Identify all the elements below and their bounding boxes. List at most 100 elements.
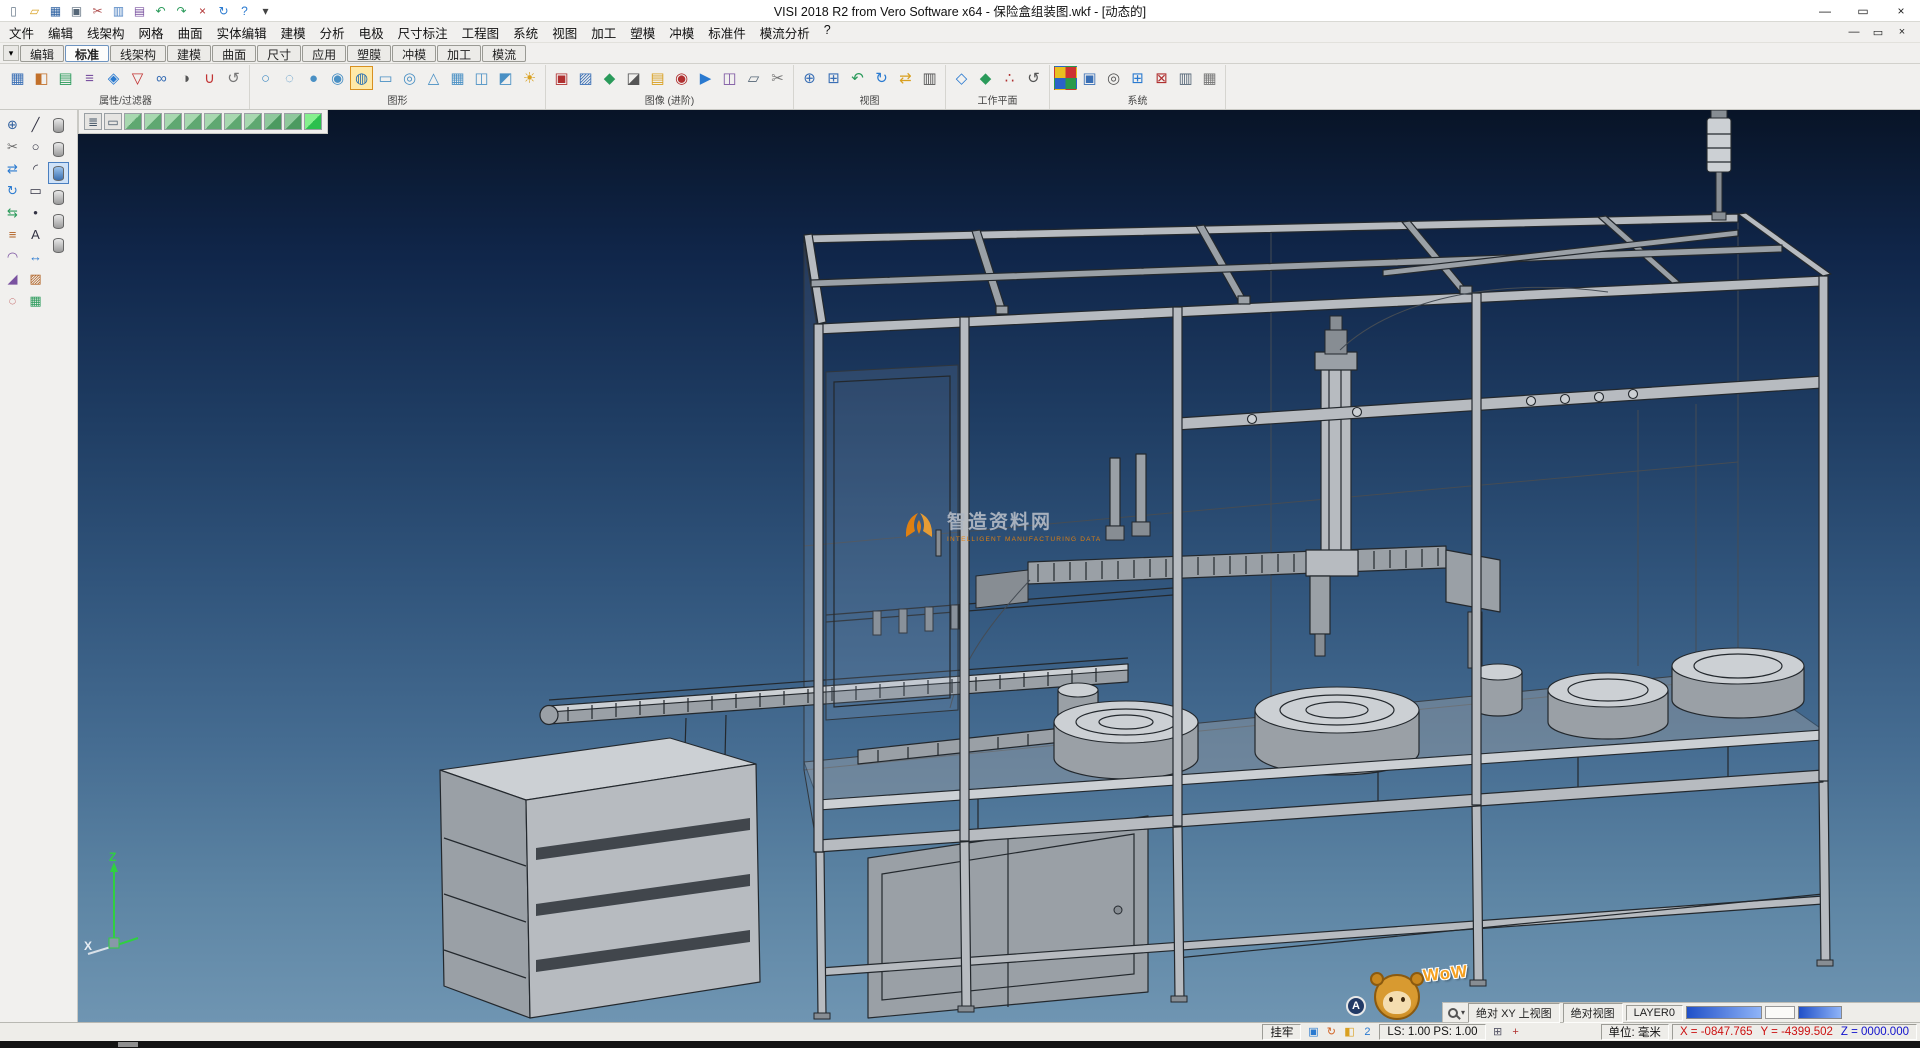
left-view-icon[interactable] <box>204 113 222 130</box>
rotate-icon[interactable]: ↻ <box>2 180 23 200</box>
rectangle-tool-icon[interactable]: ▭ <box>25 180 46 200</box>
bottom-view-icon[interactable] <box>244 113 262 130</box>
redo-icon[interactable]: ↷ <box>172 2 191 19</box>
shadow-icon[interactable]: ◪ <box>622 66 645 90</box>
erase-icon[interactable]: ◌ <box>2 290 23 310</box>
sphere-display-icon[interactable]: ◎ <box>398 66 421 90</box>
menu-wireframe[interactable]: 线架构 <box>80 21 132 44</box>
help-icon[interactable]: ? <box>235 2 254 19</box>
view-list-icon[interactable]: ▥ <box>918 66 941 90</box>
menu-stamping[interactable]: 冲模 <box>662 21 701 44</box>
system-options-icon[interactable]: ▦ <box>1198 66 1221 90</box>
animation-icon[interactable]: ▶ <box>694 66 717 90</box>
background-icon[interactable]: ▤ <box>646 66 669 90</box>
copy-icon[interactable]: ▥ <box>109 2 128 19</box>
delete-icon[interactable]: × <box>193 2 212 19</box>
top-view-icon[interactable] <box>144 113 162 130</box>
dynamic-rotate-icon[interactable]: ↻ <box>870 66 893 90</box>
menu-help[interactable]: ? <box>817 21 838 44</box>
iso-view-icon[interactable] <box>124 113 142 130</box>
open-file-icon[interactable]: ▱ <box>25 2 44 19</box>
cone-display-icon[interactable]: △ <box>422 66 445 90</box>
maximize-button[interactable]: ▭ <box>1844 0 1882 21</box>
taskbar[interactable] <box>0 1041 1920 1048</box>
minimize-button[interactable]: — <box>1806 0 1844 21</box>
grid-toggle-icon[interactable]: ⊞ <box>1489 1025 1507 1040</box>
menu-moldflow[interactable]: 模流分析 <box>753 21 817 44</box>
toolbar-dropdown-icon[interactable]: ▾ <box>3 45 19 61</box>
mdi-minimize-button[interactable]: — <box>1842 23 1866 41</box>
display-options-icon[interactable]: ▣ <box>1078 66 1101 90</box>
save-icon[interactable]: ▦ <box>46 2 65 19</box>
paste-icon[interactable]: ▤ <box>130 2 149 19</box>
section-display-icon[interactable]: ◫ <box>470 66 493 90</box>
mascot-widget[interactable]: A WoW <box>1346 964 1468 1022</box>
grid-settings-icon[interactable]: ⊞ <box>1126 66 1149 90</box>
mdi-close-button[interactable]: × <box>1890 23 1914 41</box>
print-icon[interactable]: ▣ <box>67 2 86 19</box>
mesh-display-icon[interactable]: ▦ <box>446 66 469 90</box>
tab-moldflow[interactable]: 模流 <box>482 45 526 62</box>
menu-edit[interactable]: 编辑 <box>41 21 80 44</box>
right-view-icon[interactable] <box>184 113 202 130</box>
cut-icon[interactable]: ✂ <box>88 2 107 19</box>
dynamic-shading-icon[interactable]: ◍ <box>350 66 373 90</box>
fillet-icon[interactable]: ◠ <box>2 246 23 266</box>
shading-mode-icon[interactable]: ◧ <box>1340 1025 1358 1040</box>
redraw-icon[interactable]: ↻ <box>1322 1025 1340 1040</box>
tab-modeling[interactable]: 建模 <box>167 45 211 62</box>
chamfer-icon[interactable]: ◢ <box>2 268 23 288</box>
menu-file[interactable]: 文件 <box>2 21 41 44</box>
menu-system[interactable]: 系统 <box>506 21 545 44</box>
circle-tool-icon[interactable]: ○ <box>25 136 46 156</box>
chain-select-icon[interactable]: ∞ <box>150 66 173 90</box>
zoom-all-icon[interactable]: ⊕ <box>798 66 821 90</box>
menu-machining[interactable]: 加工 <box>584 21 623 44</box>
back-view-icon[interactable] <box>224 113 242 130</box>
workplane-entity-icon[interactable]: ◆ <box>974 66 997 90</box>
quick-access-dropdown-icon[interactable]: ▾ <box>256 2 275 19</box>
menu-modeling[interactable]: 建模 <box>274 21 313 44</box>
workplane-indicator[interactable]: 绝对 XY 上视图 <box>1468 1003 1560 1023</box>
workplane-standard-icon[interactable]: ◇ <box>950 66 973 90</box>
point-tool-icon[interactable]: • <box>25 202 46 222</box>
menu-molding[interactable]: 塑模 <box>623 21 662 44</box>
assistant-badge[interactable]: A <box>1346 996 1366 1016</box>
taskbar-item[interactable] <box>118 1042 138 1047</box>
light-settings-icon[interactable]: ☀ <box>518 66 541 90</box>
filter-all-icon[interactable] <box>48 234 69 256</box>
axonometric-view-icon[interactable] <box>264 113 282 130</box>
workplane-3points-icon[interactable]: ∴ <box>998 66 1021 90</box>
dynamic-view-icon[interactable] <box>304 113 322 130</box>
previous-view-icon[interactable]: ↶ <box>846 66 869 90</box>
zoom-icon[interactable]: ⊕ <box>2 114 23 134</box>
origin-toggle-icon[interactable]: + <box>1507 1025 1525 1040</box>
menu-dimensioning[interactable]: 尺寸标注 <box>391 21 455 44</box>
menu-drawing[interactable]: 工程图 <box>455 21 507 44</box>
tab-surface[interactable]: 曲面 <box>212 45 256 62</box>
compare-view-icon[interactable]: ◫ <box>718 66 741 90</box>
refresh-icon[interactable]: ↻ <box>214 2 233 19</box>
undo-icon[interactable]: ↶ <box>151 2 170 19</box>
offset-icon[interactable]: ≡ <box>2 224 23 244</box>
magnet-snap-icon[interactable]: ∪ <box>198 66 221 90</box>
snap-settings-icon[interactable]: ⊠ <box>1150 66 1173 90</box>
close-button[interactable]: × <box>1882 0 1920 21</box>
capture-icon[interactable]: ✂ <box>766 66 789 90</box>
wireframe-display-icon[interactable]: ○ <box>254 66 277 90</box>
tab-dimension[interactable]: 尺寸 <box>257 45 301 62</box>
viewport[interactable]: ≣▭ 智造资料网 INTELLIGENT MANUFACTURING DATA … <box>78 110 1920 1022</box>
filter-wireframe-icon[interactable] <box>48 162 69 184</box>
snap-toggle[interactable]: 挂牢 <box>1262 1024 1301 1040</box>
viewport-layout-icon[interactable]: ≣ <box>84 113 102 130</box>
menu-solid-edit[interactable]: 实体编辑 <box>210 21 274 44</box>
pan-icon[interactable]: ⇄ <box>894 66 917 90</box>
snapshot-icon[interactable]: ◉ <box>670 66 693 90</box>
menu-mesh[interactable]: 网格 <box>132 21 171 44</box>
layer-manager-icon[interactable] <box>1054 66 1077 90</box>
single-viewport-icon[interactable]: ▭ <box>104 113 122 130</box>
front-view-icon[interactable] <box>164 113 182 130</box>
database-icon[interactable]: ▥ <box>1174 66 1197 90</box>
shaded-display-icon[interactable]: ● <box>302 66 325 90</box>
menu-analysis[interactable]: 分析 <box>313 21 352 44</box>
